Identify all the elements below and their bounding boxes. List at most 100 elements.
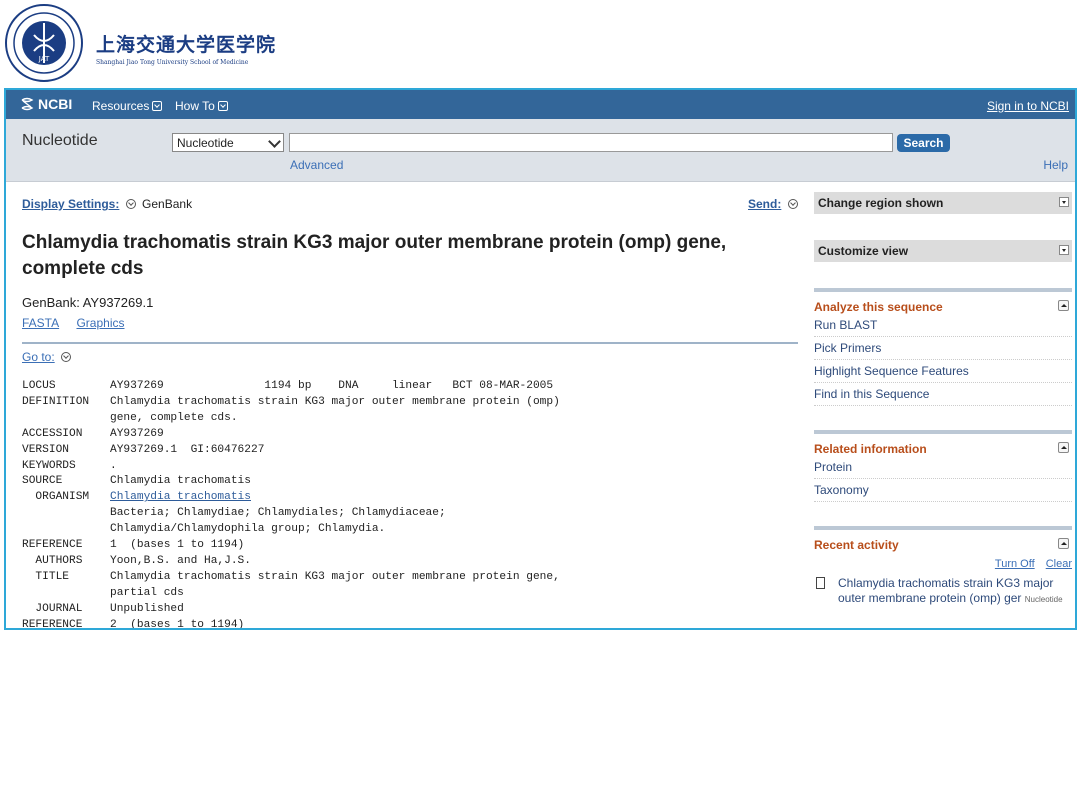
format-links: FASTA Graphics <box>22 316 139 330</box>
related-portlet: Related information Protein Taxonomy <box>814 430 1072 502</box>
flatfile-value: Chlamydia trachomatis strain KG3 major o… <box>110 570 560 583</box>
flatfile-row: VERSION AY937269.1 GI:60476227 <box>22 443 560 459</box>
recent-activity-item[interactable]: Chlamydia trachomatis strain KG3 major o… <box>814 576 1072 607</box>
flatfile-key: AUTHORS <box>22 554 83 567</box>
collapse-icon[interactable] <box>1058 442 1069 453</box>
graphics-link[interactable]: Graphics <box>76 316 124 330</box>
flatfile-value: Unpublished <box>110 602 184 615</box>
flatfile-key: ORGANISM <box>22 491 90 504</box>
change-region-dropdown[interactable]: Change region shown <box>814 192 1072 214</box>
search-button[interactable]: Search <box>897 134 950 152</box>
flatfile-key: TITLE <box>22 570 69 583</box>
fasta-link[interactable]: FASTA <box>22 316 59 330</box>
menu-how-to[interactable]: How To <box>175 99 228 113</box>
related-title: Related information <box>814 442 927 456</box>
flatfile-row: ACCESSION AY937269 <box>22 427 560 443</box>
chevron-down-icon <box>125 199 136 209</box>
seal-text: JAT <box>38 55 50 63</box>
search-input[interactable] <box>289 133 893 152</box>
go-to-label[interactable]: Go to: <box>22 350 55 364</box>
flatfile-value: Chlamydia trachomatis <box>110 475 251 488</box>
school-seal-logo: JAT <box>5 4 83 82</box>
advanced-search-link[interactable]: Advanced <box>290 158 343 172</box>
flatfile-key: KEYWORDS <box>22 459 76 472</box>
flatfile-value: gene, complete cds. <box>110 411 238 424</box>
flatfile-row: Bacteria; Chlamydiae; Chlamydiales; Chla… <box>22 506 560 522</box>
school-name-chinese: 上海交通大学医学院 <box>96 34 277 56</box>
chevron-down-icon <box>61 352 72 362</box>
flatfile-row: REFERENCE 1 (bases 1 to 1194) <box>22 538 560 554</box>
chevron-down-icon <box>217 101 228 111</box>
collapse-icon[interactable] <box>1058 300 1069 311</box>
flatfile-value: Yoon,B.S. and Ha,J.S. <box>110 554 251 567</box>
database-select-value: Nucleotide <box>177 136 234 150</box>
section-divider <box>22 342 798 344</box>
flatfile-key: REFERENCE <box>22 539 83 552</box>
flatfile-value: Chlamydia trachomatis strain KG3 major o… <box>110 395 560 408</box>
flatfile-key: SOURCE <box>22 475 63 488</box>
send-menu[interactable]: Send: <box>748 197 801 211</box>
clear-link[interactable]: Clear <box>1046 558 1072 570</box>
find-in-sequence-link[interactable]: Find in this Sequence <box>814 383 1072 406</box>
school-name-english: Shanghai Jiao Tong University School of … <box>96 59 249 66</box>
display-format: GenBank <box>142 197 193 211</box>
flatfile-key: ACCESSION <box>22 427 83 440</box>
flatfile-row: KEYWORDS. <box>22 459 560 475</box>
flatfile-key <box>22 411 110 427</box>
customize-view-label: Customize view <box>818 244 909 258</box>
flatfile-row: ORGANISM Chlamydia trachomatis <box>22 490 560 506</box>
organism-link[interactable]: Chlamydia trachomatis <box>110 490 251 506</box>
menu-resources[interactable]: Resources <box>92 99 163 113</box>
flatfile-row: TITLE Chlamydia trachomatis strain KG3 ma… <box>22 570 560 586</box>
dropdown-arrow-icon <box>1059 245 1069 255</box>
customize-view-dropdown[interactable]: Customize view <box>814 240 1072 262</box>
flatfile-value: Bacteria; Chlamydiae; Chlamydiales; Chla… <box>110 507 446 520</box>
ncbi-logo[interactable]: NCBI <box>20 96 72 112</box>
chevron-down-icon <box>268 135 281 148</box>
run-blast-link[interactable]: Run BLAST <box>814 314 1072 337</box>
database-select[interactable]: Nucleotide <box>172 133 284 152</box>
display-settings[interactable]: Display Settings: GenBank <box>22 197 192 211</box>
school-name: 上海交通大学医学院 Shanghai Jiao Tong University … <box>96 30 276 66</box>
flatfile-key: DEFINITION <box>22 395 90 408</box>
flatfile-value: . <box>110 459 117 472</box>
menu-resources-label: Resources <box>92 99 150 113</box>
flatfile-row: AUTHORS Yoon,B.S. and Ha,J.S. <box>22 554 560 570</box>
school-header: JAT 上海交通大学医学院 Shanghai Jiao Tong Univers… <box>0 0 1080 88</box>
flatfile-value: 1 (bases 1 to 1194) <box>110 539 245 552</box>
help-link[interactable]: Help <box>1043 158 1068 172</box>
dropdown-arrow-icon <box>1059 197 1069 207</box>
protein-link[interactable]: Protein <box>814 456 1072 479</box>
flatfile-row: SOURCE Chlamydia trachomatis <box>22 474 560 490</box>
recent-item-text: Chlamydia trachomatis strain KG3 major o… <box>838 576 1054 605</box>
flatfile-row: partial cds <box>22 586 560 602</box>
recent-item-tag: Nucleotide <box>1024 595 1063 604</box>
turn-off-link[interactable]: Turn Off <box>995 558 1035 570</box>
ncbi-top-bar: NCBI Resources How To Sign in to NCBI <box>6 90 1075 119</box>
collapse-icon[interactable] <box>1058 538 1069 549</box>
display-settings-label[interactable]: Display Settings: <box>22 197 119 211</box>
flatfile-row: LOCUS AY937269 1194 bp DNA linear BCT 08-… <box>22 379 560 395</box>
flatfile-key: VERSION <box>22 443 69 456</box>
go-to-menu[interactable]: Go to: <box>22 350 74 364</box>
flatfile-row: DEFINITION Chlamydia trachomatis strain K… <box>22 395 560 411</box>
flatfile-key <box>22 506 110 522</box>
database-title: Nucleotide <box>22 132 98 149</box>
sign-in-link[interactable]: Sign in to NCBI <box>987 99 1069 113</box>
chevron-down-icon <box>152 101 163 111</box>
recent-activity-portlet: Recent activity Turn Off Clear Chlamydia… <box>814 526 1072 607</box>
send-label[interactable]: Send: <box>748 197 781 211</box>
highlight-features-link[interactable]: Highlight Sequence Features <box>814 360 1072 383</box>
chevron-down-icon <box>787 199 798 209</box>
ncbi-helix-icon <box>21 97 34 111</box>
taxonomy-link[interactable]: Taxonomy <box>814 479 1072 502</box>
pick-primers-link[interactable]: Pick Primers <box>814 337 1072 360</box>
flatfile-value: partial cds <box>110 586 184 599</box>
flatfile-key <box>22 586 110 602</box>
genbank-flatfile: LOCUS AY937269 1194 bp DNA linear BCT 08-… <box>22 379 560 630</box>
flatfile-key: LOCUS <box>22 380 56 392</box>
flatfile-key: REFERENCE <box>22 618 83 630</box>
menu-how-to-label: How To <box>175 99 215 113</box>
flatfile-key: JOURNAL <box>22 602 83 615</box>
analyze-portlet-header: Analyze this sequence <box>814 300 1072 314</box>
